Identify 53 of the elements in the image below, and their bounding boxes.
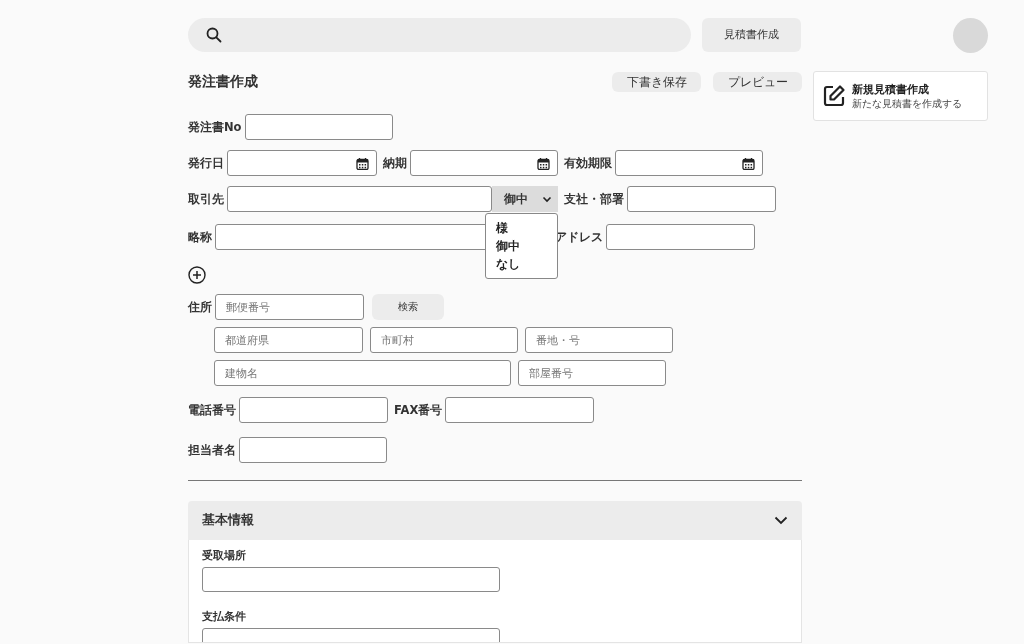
field-label: 支払条件: [202, 609, 247, 624]
dropdown-option[interactable]: 御中: [496, 237, 520, 255]
input-field[interactable]: [445, 397, 595, 423]
input-field[interactable]: [227, 186, 492, 212]
input-field[interactable]: [202, 567, 500, 592]
edit-icon: [822, 84, 846, 108]
input-field[interactable]: 市町村: [370, 327, 518, 353]
input-field[interactable]: [244, 114, 393, 140]
field-label: 住所: [188, 299, 212, 315]
date-field[interactable]: [227, 150, 377, 176]
field-label: 発注書No: [188, 119, 242, 135]
chevron-down-icon[interactable]: [774, 516, 788, 525]
field-label: 支社・部署: [564, 191, 624, 207]
input-field[interactable]: 番地・号: [525, 327, 673, 353]
calendar-icon: [742, 156, 755, 170]
search-field[interactable]: [188, 18, 691, 52]
date-field[interactable]: [410, 150, 558, 176]
input-field[interactable]: [239, 397, 388, 423]
date-field[interactable]: [615, 150, 763, 176]
section-title: 基本情報: [202, 512, 254, 529]
preview-button[interactable]: プレビュー: [713, 72, 802, 92]
field-label: 担当者名: [188, 442, 236, 458]
search-button[interactable]: 検索: [372, 294, 444, 320]
search-icon: [206, 27, 222, 43]
input-field[interactable]: 都道府県: [214, 327, 363, 353]
field-label: FAX番号: [394, 402, 443, 418]
add-icon[interactable]: [188, 266, 206, 284]
dropdown-option[interactable]: 様: [496, 219, 508, 237]
new-quote-card[interactable]: 新規見積書作成 新たな見積書を作成する: [813, 71, 988, 121]
input-field[interactable]: [239, 437, 387, 463]
field-label: 受取場所: [202, 548, 247, 563]
field-label: 電話番号: [188, 402, 236, 418]
input-field[interactable]: 建物名: [214, 360, 511, 386]
save-draft-button[interactable]: 下書き保存: [612, 72, 701, 92]
dropdown-option[interactable]: なし: [496, 255, 520, 273]
input-field[interactable]: [627, 186, 776, 212]
create-quote-button[interactable]: 見積書作成: [702, 18, 801, 52]
section-header[interactable]: 基本情報: [188, 501, 802, 540]
card-subtitle: 新たな見積書を作成する: [852, 96, 962, 111]
field-label: 略称: [188, 229, 212, 245]
input-field[interactable]: 部屋番号: [518, 360, 666, 386]
input-field[interactable]: 郵便番号: [215, 294, 364, 320]
field-label: 取引先: [188, 191, 224, 207]
input-field[interactable]: [606, 224, 755, 250]
field-label: 納期: [383, 155, 407, 171]
field-label: 発行日: [188, 155, 224, 171]
calendar-icon: [537, 156, 550, 170]
page-title: 発注書作成: [188, 73, 259, 91]
calendar-icon: [356, 156, 369, 170]
select-value: 御中: [504, 191, 528, 207]
card-title: 新規見積書作成: [852, 81, 930, 97]
chevron-down-icon: [542, 195, 552, 203]
field-label: 有効期限: [564, 155, 612, 171]
